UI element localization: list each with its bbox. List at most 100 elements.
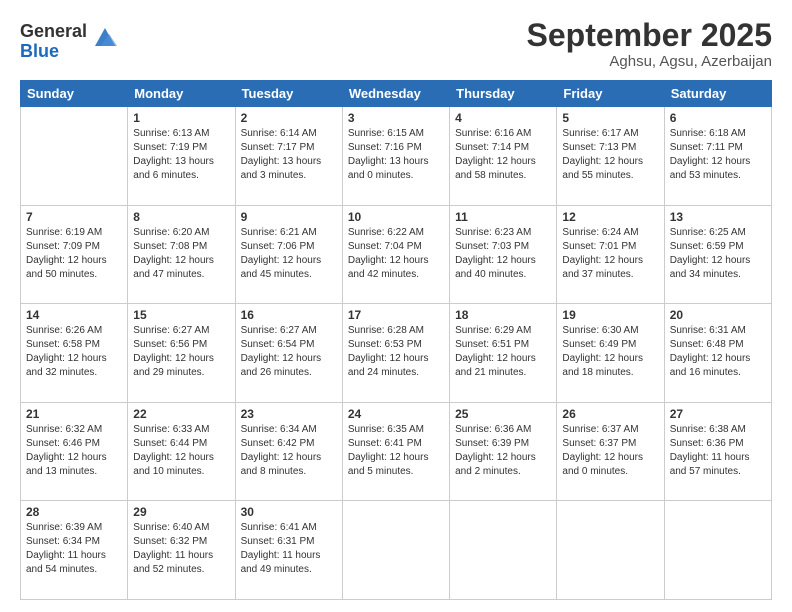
daylight: Daylight: 12 hours and 10 minutes. [133,452,214,477]
cell-info: Sunrise: 6:16 AMSunset: 7:14 PMDaylight:… [455,127,551,183]
sunrise: Sunrise: 6:35 AM [348,424,424,435]
daylight: Daylight: 12 hours and 58 minutes. [455,156,536,181]
cell-info: Sunrise: 6:30 AMSunset: 6:49 PMDaylight:… [562,324,658,380]
sunset: Sunset: 6:39 PM [455,438,529,449]
calendar-cell: 15Sunrise: 6:27 AMSunset: 6:56 PMDayligh… [128,304,235,403]
sunrise: Sunrise: 6:19 AM [26,227,102,238]
sunrise: Sunrise: 6:37 AM [562,424,638,435]
sunrise: Sunrise: 6:33 AM [133,424,209,435]
calendar-week-row: 14 Sunrise: 6:26 AM Sunset: 6:58 PM Dayligh… [21,304,772,403]
calendar-cell: 13Sunrise: 6:25 AMSunset: 6:59 PMDayligh… [664,205,771,304]
sunrise: Sunrise: 6:26 AM [26,325,102,336]
sunrise: Sunrise: 6:22 AM [348,227,424,238]
calendar-cell: 6Sunrise: 6:18 AMSunset: 7:11 PMDaylight… [664,107,771,206]
calendar-cell: 11Sunrise: 6:23 AMSunset: 7:03 PMDayligh… [450,205,557,304]
calendar-week-row: 7Sunrise: 6:19 AMSunset: 7:09 PMDaylight… [21,205,772,304]
calendar-cell: 24Sunrise: 6:35 AMSunset: 6:41 PMDayligh… [342,402,449,501]
day-number: 15 [133,308,229,322]
cell-info: Sunrise: 6:26 AM Sunset: 6:58 PM Daylight:… [26,324,122,380]
cell-info: Sunrise: 6:39 AMSunset: 6:34 PMDaylight:… [26,521,122,577]
cell-info: Sunrise: 6:17 AMSunset: 7:13 PMDaylight:… [562,127,658,183]
daylight: Daylight: 12 hours and 21 minutes. [455,353,536,378]
calendar-cell: 14 Sunrise: 6:26 AM Sunset: 6:58 PM Dayligh… [21,304,128,403]
calendar-cell: 8Sunrise: 6:20 AMSunset: 7:08 PMDaylight… [128,205,235,304]
weekday-header: Tuesday [235,81,342,107]
location: Aghsu, Agsu, Azerbaijan [527,53,772,70]
header: General Blue September 2025 Aghsu, Agsu,… [20,18,772,70]
sunset: Sunset: 6:44 PM [133,438,207,449]
day-number: 20 [670,308,766,322]
sunrise: Sunrise: 6:18 AM [670,128,746,139]
cell-info: Sunrise: 6:28 AMSunset: 6:53 PMDaylight:… [348,324,444,380]
daylight: Daylight: 12 hours and 0 minutes. [562,452,643,477]
day-number: 1 [133,111,229,125]
calendar-cell: 19 Sunrise: 6:30 AMSunset: 6:49 PMDayligh… [557,304,664,403]
sunset: Sunset: 6:31 PM [241,536,315,547]
daylight: Daylight: 12 hours and 5 minutes. [348,452,429,477]
sunset: Sunset: 7:04 PM [348,241,422,252]
day-number: 4 [455,111,551,125]
sunset: Sunset: 7:16 PM [348,142,422,153]
day-number: 6 [670,111,766,125]
sunrise: Sunrise: 6:39 AM [26,522,102,533]
calendar-cell [450,501,557,600]
daylight: Daylight: 12 hours and 32 minutes. [26,353,107,378]
weekday-header: Monday [128,81,235,107]
page: General Blue September 2025 Aghsu, Agsu,… [0,0,792,612]
daylight: Daylight: 12 hours and 24 minutes. [348,353,429,378]
calendar-header-row: SundayMondayTuesdayWednesdayThursdayFrid… [21,81,772,107]
calendar-cell: 7Sunrise: 6:19 AMSunset: 7:09 PMDaylight… [21,205,128,304]
calendar-cell: 5 Sunrise: 6:17 AMSunset: 7:13 PMDaylight… [557,107,664,206]
sunset: Sunset: 7:13 PM [562,142,636,153]
sunset: Sunset: 6:36 PM [670,438,744,449]
sunrise: Sunrise: 6:34 AM [241,424,317,435]
day-number: 27 [670,407,766,421]
day-number: 29 [133,505,229,519]
daylight: Daylight: 12 hours and 40 minutes. [455,255,536,280]
sunrise: Sunrise: 6:32 AM [26,424,102,435]
daylight: Daylight: 11 hours and 54 minutes. [26,550,106,575]
calendar-cell: 22Sunrise: 6:33 AMSunset: 6:44 PMDayligh… [128,402,235,501]
cell-info: Sunrise: 6:20 AMSunset: 7:08 PMDaylight:… [133,226,229,282]
daylight: Daylight: 12 hours and 2 minutes. [455,452,536,477]
calendar-cell: 16Sunrise: 6:27 AMSunset: 6:54 PMDayligh… [235,304,342,403]
weekday-header: Friday [557,81,664,107]
day-number: 14 [26,308,122,322]
day-number: 3 [348,111,444,125]
logo-icon [91,24,119,52]
day-number: 7 [26,210,122,224]
weekday-header: Thursday [450,81,557,107]
daylight: Daylight: 12 hours and 50 minutes. [26,255,107,280]
calendar-cell [557,501,664,600]
sunrise: Sunrise: 6:24 AM [562,227,638,238]
sunset: Sunset: 7:17 PM [241,142,315,153]
day-number: 19 [562,308,658,322]
sunset: Sunset: 6:51 PM [455,339,529,350]
calendar-cell: 25Sunrise: 6:36 AMSunset: 6:39 PMDayligh… [450,402,557,501]
sunrise: Sunrise: 6:16 AM [455,128,531,139]
sunset: Sunset: 6:58 PM [26,339,100,350]
sunrise: Sunrise: 6:20 AM [133,227,209,238]
day-number: 5 [562,111,658,125]
daylight: Daylight: 12 hours and 8 minutes. [241,452,322,477]
daylight: Daylight: 12 hours and 55 minutes. [562,156,643,181]
cell-info: Sunrise: 6:14 AMSunset: 7:17 PMDaylight:… [241,127,337,183]
day-number: 18 [455,308,551,322]
sunrise: Sunrise: 6:29 AM [455,325,531,336]
daylight: Daylight: 13 hours and 6 minutes. [133,156,214,181]
sunset: Sunset: 7:01 PM [562,241,636,252]
day-number: 11 [455,210,551,224]
calendar-cell: 21Sunrise: 6:32 AMSunset: 6:46 PMDayligh… [21,402,128,501]
calendar-cell: 10Sunrise: 6:22 AMSunset: 7:04 PMDayligh… [342,205,449,304]
daylight: Daylight: 12 hours and 18 minutes. [562,353,643,378]
daylight: Daylight: 12 hours and 34 minutes. [670,255,751,280]
calendar-week-row: 1Sunrise: 6:13 AMSunset: 7:19 PMDaylight… [21,107,772,206]
calendar-cell [664,501,771,600]
cell-info: Sunrise: 6:41 AMSunset: 6:31 PMDaylight:… [241,521,337,577]
sunrise: Sunrise: 6:25 AM [670,227,746,238]
calendar-cell: 27Sunrise: 6:38 AMSunset: 6:36 PMDayligh… [664,402,771,501]
sunrise: Sunrise: 6:41 AM [241,522,317,533]
cell-info: Sunrise: 6:32 AMSunset: 6:46 PMDaylight:… [26,423,122,479]
cell-info: Sunrise: 6:34 AMSunset: 6:42 PMDaylight:… [241,423,337,479]
sunset: Sunset: 6:41 PM [348,438,422,449]
